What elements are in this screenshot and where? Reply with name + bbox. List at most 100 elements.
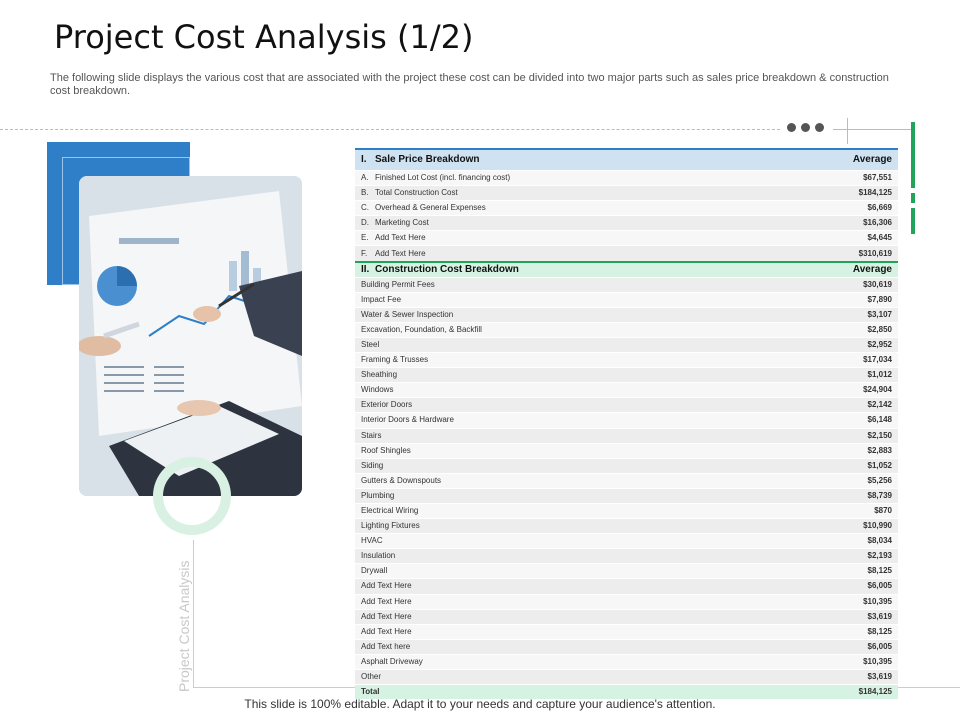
construction-item-label: Add Text here xyxy=(355,639,773,655)
construction-item-value: $10,395 xyxy=(772,654,898,671)
construction-item-label: Add Text Here xyxy=(355,578,773,595)
table-row: Building Permit Fees $30,619 xyxy=(355,277,898,293)
table-row: Stairs $2,150 xyxy=(355,428,898,444)
construction-item-value: $5,256 xyxy=(772,473,898,489)
construction-header: II. Construction Cost Breakdown xyxy=(355,260,773,278)
construction-item-label: Impact Fee xyxy=(355,292,773,308)
sale-average-label: Average xyxy=(772,148,898,171)
table-row: Sheathing $1,012 xyxy=(355,367,898,384)
table-row: Plumbing $8,739 xyxy=(355,488,898,504)
table-row: Add Text Here $10,395 xyxy=(355,594,898,610)
table-row: Exterior Doors $2,142 xyxy=(355,397,898,414)
construction-item-value: $24,904 xyxy=(772,382,898,399)
construction-item-label: Excavation, Foundation, & Backfill xyxy=(355,322,773,338)
sale-item-label: Marketing Cost xyxy=(375,218,429,228)
construction-item-value: $17,034 xyxy=(772,352,898,369)
construction-item-value: $1,052 xyxy=(772,458,898,474)
construction-item-label: Windows xyxy=(355,382,773,399)
table-row: Framing & Trusses $17,034 xyxy=(355,352,898,369)
photo-illustration xyxy=(79,176,302,496)
vertical-rule xyxy=(193,540,194,688)
construction-item-value: $2,850 xyxy=(772,322,898,338)
table-row: A. Finished Lot Cost (incl. financing cos… xyxy=(355,170,898,187)
table-row: Add Text here $6,005 xyxy=(355,639,898,655)
more-dots-icon xyxy=(787,123,824,132)
sale-item-label: Overhead & General Expenses xyxy=(375,203,486,213)
sale-item: F. Add Text Here xyxy=(355,245,773,263)
sale-item-label: Finished Lot Cost (incl. financing cost) xyxy=(375,173,511,183)
table-row: Interior Doors & Hardware $6,148 xyxy=(355,412,898,429)
construction-item-label: Other xyxy=(355,669,773,686)
footer-note: This slide is 100% editable. Adapt it to… xyxy=(244,697,716,711)
construction-item-label: Steel xyxy=(355,337,773,354)
construction-item-label: Building Permit Fees xyxy=(355,277,773,293)
table-row: Steel $2,952 xyxy=(355,337,898,354)
divider-tick xyxy=(847,118,848,144)
construction-item-label: Exterior Doors xyxy=(355,397,773,414)
table-row: D. Marketing Cost $16,306 xyxy=(355,215,898,232)
construction-item-value: $2,952 xyxy=(772,337,898,354)
construction-item-label: Roof Shingles xyxy=(355,443,773,459)
divider-line-right xyxy=(833,129,913,130)
construction-item-label: Framing & Trusses xyxy=(355,352,773,369)
table-row: Lighting Fixtures $10,990 xyxy=(355,518,898,535)
construction-item-value: $6,005 xyxy=(772,578,898,595)
sale-item-index: F. xyxy=(361,248,368,258)
sale-item-index: A. xyxy=(361,173,369,183)
table-row: Gutters & Downspouts $5,256 xyxy=(355,473,898,489)
table-row: Add Text Here $3,619 xyxy=(355,609,898,625)
construction-item-label: Siding xyxy=(355,458,773,474)
sale-item: C. Overhead & General Expenses xyxy=(355,200,773,217)
construction-item-value: $30,619 xyxy=(772,277,898,293)
table-row: Siding $1,052 xyxy=(355,458,898,474)
construction-item-label: Add Text Here xyxy=(355,609,773,625)
construction-item-label: Insulation xyxy=(355,548,773,565)
construction-item-value: $2,883 xyxy=(772,443,898,459)
construction-item-value: $870 xyxy=(772,503,898,520)
construction-item-value: $10,990 xyxy=(772,518,898,535)
sale-index: I. xyxy=(361,154,367,165)
construction-header-row: II. Construction Cost Breakdown Average xyxy=(355,260,898,278)
side-label: Project Cost Analysis xyxy=(176,560,192,693)
construction-item-label: Stairs xyxy=(355,428,773,444)
construction-item-label: Plumbing xyxy=(355,488,773,504)
sale-item-value: $4,645 xyxy=(772,230,898,247)
table-row: Excavation, Foundation, & Backfill $2,850 xyxy=(355,322,898,338)
construction-item-value: $2,193 xyxy=(772,548,898,565)
table-row: Insulation $2,193 xyxy=(355,548,898,565)
construction-item-value: $7,890 xyxy=(772,292,898,308)
table-row: Add Text Here $8,125 xyxy=(355,624,898,640)
sale-item-label: Add Text Here xyxy=(375,248,426,258)
construction-item-label: Drywall xyxy=(355,563,773,580)
construction-item-value: $8,739 xyxy=(772,488,898,504)
sale-item-label: Add Text Here xyxy=(375,233,426,243)
construction-item-value: $6,148 xyxy=(772,412,898,429)
page-subtitle: The following slide displays the various… xyxy=(50,72,889,97)
table-row: Water & Sewer Inspection $3,107 xyxy=(355,307,898,323)
green-accent-bar-small xyxy=(911,193,915,203)
construction-average-label: Average xyxy=(772,260,898,278)
table-row: E. Add Text Here $4,645 xyxy=(355,230,898,247)
construction-item-label: Gutters & Downspouts xyxy=(355,473,773,489)
business-report-photo xyxy=(79,176,302,496)
construction-item-value: $1,012 xyxy=(772,367,898,384)
sale-header-row: I. Sale Price Breakdown Average xyxy=(355,148,898,171)
sale-item-value: $6,669 xyxy=(772,200,898,217)
table-row: Roof Shingles $2,883 xyxy=(355,443,898,459)
sale-header-label: Sale Price Breakdown xyxy=(375,154,480,165)
table-row: Windows $24,904 xyxy=(355,382,898,399)
construction-item-label: Water & Sewer Inspection xyxy=(355,307,773,323)
construction-item-label: Sheathing xyxy=(355,367,773,384)
construction-item-value: $3,107 xyxy=(772,307,898,323)
sale-item-label: Total Construction Cost xyxy=(375,188,458,198)
sale-item-value: $310,619 xyxy=(772,245,898,263)
construction-item-label: Add Text Here xyxy=(355,594,773,610)
sale-item: D. Marketing Cost xyxy=(355,215,773,232)
sale-item: B. Total Construction Cost xyxy=(355,185,773,202)
construction-item-label: Asphalt Driveway xyxy=(355,654,773,671)
table-row: B. Total Construction Cost $184,125 xyxy=(355,185,898,202)
construction-item-value: $6,005 xyxy=(772,639,898,655)
construction-item-label: Add Text Here xyxy=(355,624,773,640)
construction-item-value: $3,619 xyxy=(772,609,898,625)
construction-item-value: $10,395 xyxy=(772,594,898,610)
